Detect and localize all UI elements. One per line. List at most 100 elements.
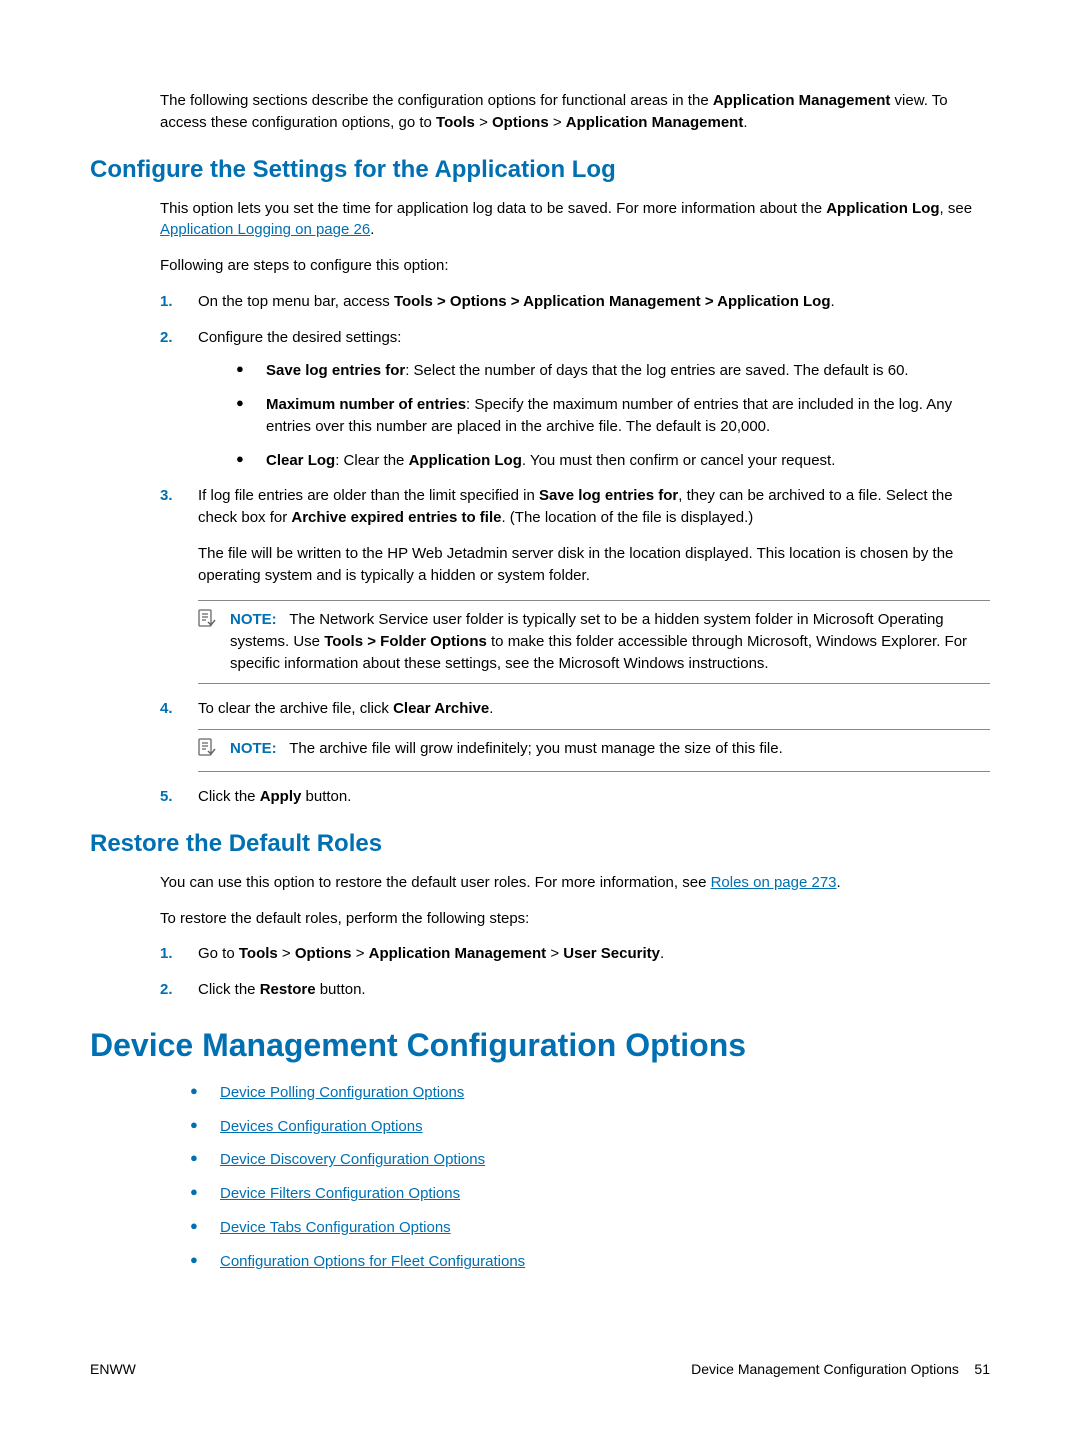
text: . (837, 874, 841, 891)
text: . (831, 293, 835, 310)
link-device-tabs[interactable]: Device Tabs Configuration Options (220, 1219, 451, 1236)
text: You can use this option to restore the d… (160, 874, 711, 891)
text: . (489, 700, 493, 717)
list-item: 4. To clear the archive file, click Clea… (160, 698, 990, 773)
heading-configure-app-log: Configure the Settings for the Applicati… (90, 156, 990, 184)
text-bold: Clear Log (266, 452, 335, 469)
text: Go to (198, 945, 239, 962)
list-item: 1. Go to Tools > Options > Application M… (160, 943, 990, 965)
link-device-filters[interactable]: Device Filters Configuration Options (220, 1185, 460, 1202)
text-bold: Restore (260, 981, 316, 998)
text-bold: Tools (436, 114, 475, 131)
list-item: Maximum number of entries: Specify the m… (236, 394, 990, 438)
text-bold: Save log entries for (539, 487, 678, 504)
text-bold: Options (492, 114, 549, 131)
text-bold: Tools > Options > Application Management… (394, 293, 831, 310)
note-block: NOTE: The Network Service user folder is… (198, 600, 990, 683)
link-device-polling[interactable]: Device Polling Configuration Options (220, 1084, 464, 1101)
text: : Select the number of days that the log… (405, 362, 908, 379)
link-roles[interactable]: Roles on page 273 (711, 874, 837, 891)
text-bold: Archive expired entries to file (291, 509, 501, 526)
list-item: 3. If log file entries are older than th… (160, 485, 990, 683)
text: . (The location of the file is displayed… (501, 509, 753, 526)
footer-right: Device Management Configuration Options … (691, 1361, 990, 1377)
heading-restore-default-roles: Restore the Default Roles (90, 830, 990, 858)
page-number: 51 (974, 1361, 990, 1377)
list-item: Device Tabs Configuration Options (190, 1217, 990, 1239)
note-label: NOTE: (230, 740, 277, 757)
text: > (278, 945, 295, 962)
list-item: 1. On the top menu bar, access Tools > O… (160, 291, 990, 313)
text: , see (940, 200, 973, 217)
list-item: Devices Configuration Options (190, 1116, 990, 1138)
text-bold: Application Log (826, 200, 939, 217)
text: On the top menu bar, access (198, 293, 394, 310)
text: Click the (198, 788, 260, 805)
paragraph: Following are steps to configure this op… (160, 255, 990, 277)
intro-paragraph: The following sections describe the conf… (160, 90, 990, 134)
text-bold: Save log entries for (266, 362, 405, 379)
text: . You must then confirm or cancel your r… (522, 452, 836, 469)
paragraph: You can use this option to restore the d… (160, 872, 990, 894)
text: button. (301, 788, 351, 805)
text: . (660, 945, 664, 962)
list-item: Device Discovery Configuration Options (190, 1149, 990, 1171)
link-fleet-config[interactable]: Configuration Options for Fleet Configur… (220, 1253, 525, 1270)
text-bold: Clear Archive (393, 700, 489, 717)
footer-section-title: Device Management Configuration Options (691, 1361, 959, 1377)
list-marker: 1. (160, 943, 173, 965)
link-list: Device Polling Configuration Options Dev… (190, 1082, 990, 1273)
note-icon (198, 738, 216, 763)
text: button. (316, 981, 366, 998)
list-marker: 5. (160, 786, 173, 808)
text: This option lets you set the time for ap… (160, 200, 826, 217)
text-bold: Tools > Folder Options (324, 633, 487, 650)
link-device-discovery[interactable]: Device Discovery Configuration Options (220, 1151, 485, 1168)
list-marker: 1. (160, 291, 173, 313)
list-marker: 3. (160, 485, 173, 507)
paragraph: To restore the default roles, perform th… (160, 908, 990, 930)
page-footer: ENWW Device Management Configuration Opt… (90, 1361, 990, 1377)
text: Configure the desired settings: (198, 329, 401, 346)
text: : Clear the (335, 452, 408, 469)
paragraph: The file will be written to the HP Web J… (198, 543, 990, 587)
text: > (546, 945, 563, 962)
bullet-list: Save log entries for: Select the number … (236, 360, 990, 471)
list-item: 5. Click the Apply button. (160, 786, 990, 808)
text-bold: User Security (563, 945, 660, 962)
list-item: Device Polling Configuration Options (190, 1082, 990, 1104)
note-text: NOTE: The archive file will grow indefin… (230, 738, 990, 760)
text: The archive file will grow indefinitely;… (289, 740, 783, 757)
list-item: Configuration Options for Fleet Configur… (190, 1251, 990, 1273)
ordered-list: 1. On the top menu bar, access Tools > O… (160, 291, 990, 808)
list-marker: 2. (160, 327, 173, 349)
list-item: Clear Log: Clear the Application Log. Yo… (236, 450, 990, 472)
text-bold: Apply (260, 788, 302, 805)
text: . (370, 221, 374, 238)
text: > (549, 114, 566, 131)
text: Click the (198, 981, 260, 998)
list-item: 2. Configure the desired settings: Save … (160, 327, 990, 472)
note-block: NOTE: The archive file will grow indefin… (198, 729, 990, 772)
note-text: NOTE: The Network Service user folder is… (230, 609, 990, 674)
text-bold: Application Management (566, 114, 744, 131)
text: > (475, 114, 492, 131)
text: To clear the archive file, click (198, 700, 393, 717)
link-application-logging[interactable]: Application Logging on page 26 (160, 221, 370, 238)
text: > (352, 945, 369, 962)
text: . (743, 114, 747, 131)
ordered-list: 1. Go to Tools > Options > Application M… (160, 943, 990, 1001)
note-icon (198, 609, 216, 634)
text: The following sections describe the conf… (160, 92, 713, 109)
paragraph: This option lets you set the time for ap… (160, 198, 990, 242)
list-marker: 2. (160, 979, 173, 1001)
text-bold: Options (295, 945, 352, 962)
footer-left: ENWW (90, 1361, 136, 1377)
text-bold: Maximum number of entries (266, 396, 466, 413)
list-marker: 4. (160, 698, 173, 720)
list-item: Save log entries for: Select the number … (236, 360, 990, 382)
text-bold: Tools (239, 945, 278, 962)
text: If log file entries are older than the l… (198, 487, 539, 504)
note-label: NOTE: (230, 611, 277, 628)
link-devices-config[interactable]: Devices Configuration Options (220, 1118, 423, 1135)
